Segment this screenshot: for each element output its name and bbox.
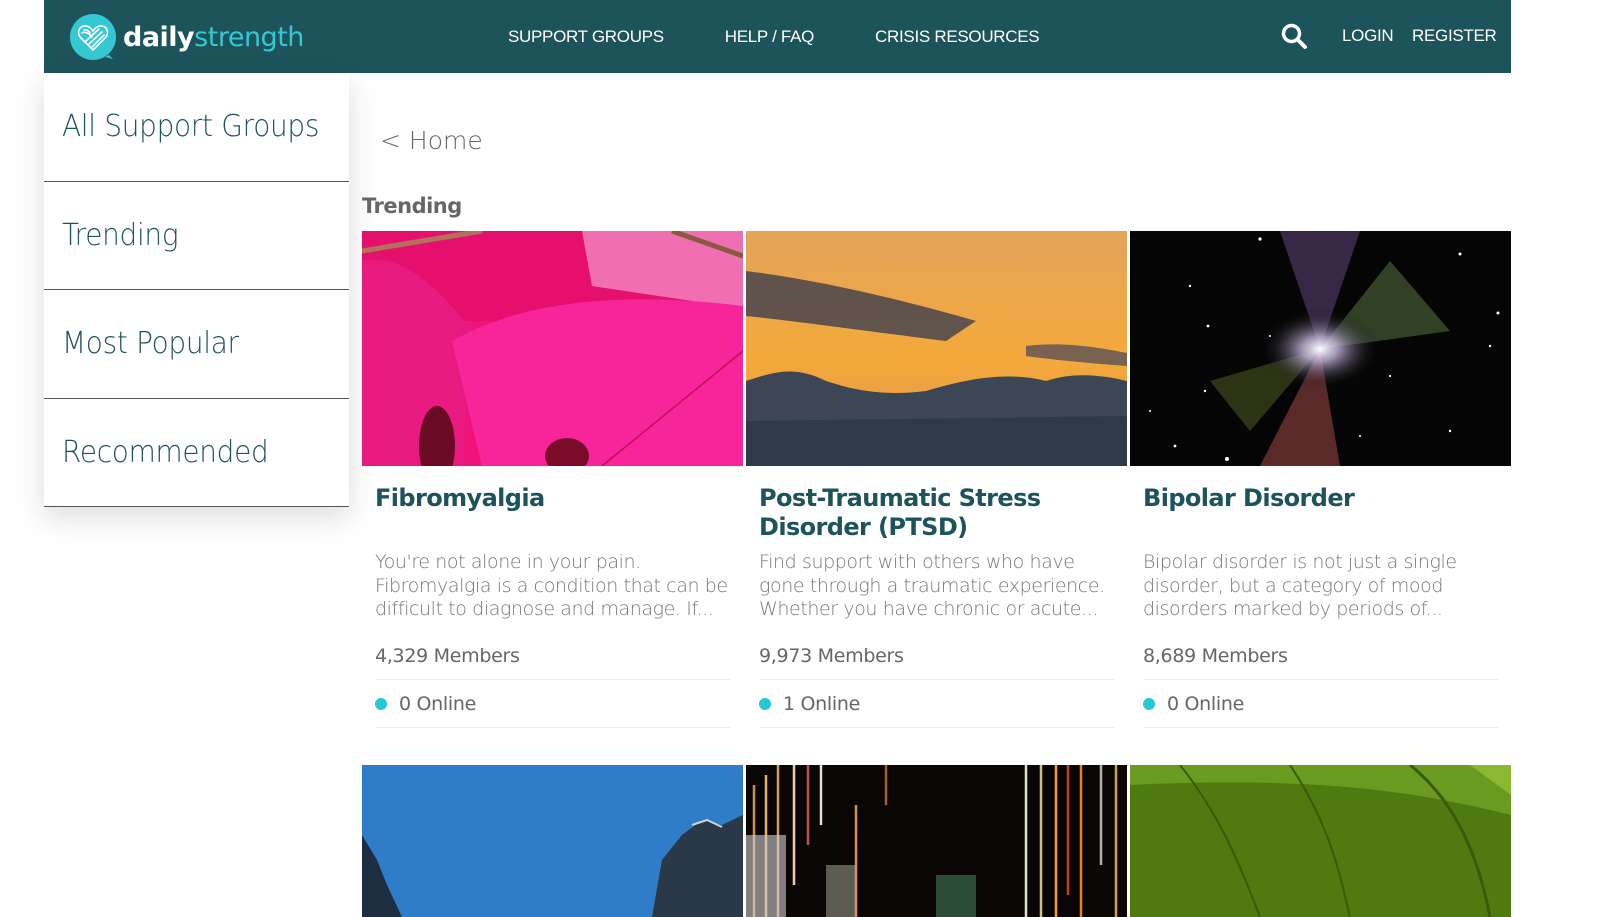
sidebar-menu: All Support Groups Trending Most Popular… (44, 73, 349, 507)
group-online-count: 0 Online (1167, 692, 1245, 715)
group-online-status: 0 Online (375, 680, 730, 728)
group-card: Fibromyalgia You're not alone in your pa… (362, 231, 743, 728)
group-description: You're not alone in your pain. Fibromyal… (375, 551, 728, 620)
nav-crisis-resources[interactable]: CRISIS RESOURCES (875, 27, 1040, 47)
heart-fingerprint-icon (70, 14, 116, 60)
online-dot-icon (759, 697, 771, 710)
logo-text: dailystrength (123, 22, 304, 53)
group-title-link[interactable]: Bipolar Disorder (1143, 484, 1498, 549)
site-header: dailystrength SUPPORT GROUPS HELP / FAQ … (44, 0, 1511, 73)
group-title-link[interactable]: Fibromyalgia (375, 484, 730, 549)
main-nav: SUPPORT GROUPS HELP / FAQ CRISIS RESOURC… (508, 0, 1100, 73)
group-member-count: 9,973 Members (759, 645, 1114, 680)
sidebar-item-label: Most Popular (62, 326, 239, 362)
group-image-green-leaf[interactable] (1130, 765, 1511, 917)
group-online-status: 0 Online (1143, 680, 1498, 728)
group-card: Bipolar Disorder Bipolar disorder is not… (1130, 231, 1511, 728)
sunset-clouds-image (746, 231, 1127, 466)
group-online-status: 1 Online (759, 680, 1114, 728)
group-image-nebula[interactable] (1130, 231, 1511, 466)
group-image-sunset[interactable] (746, 231, 1127, 466)
group-card: Post-Traumatic Stress Disorder (PTSD) Fi… (746, 231, 1127, 728)
sidebar-item-label: Trending (62, 217, 179, 253)
nav-help-faq[interactable]: HELP / FAQ (725, 27, 815, 47)
logo-text-strength: strength (194, 21, 304, 53)
sidebar-item-label: Recommended (62, 434, 269, 470)
sidebar-item-all-support-groups[interactable]: All Support Groups (44, 73, 349, 182)
city-light-streaks-image (746, 765, 1127, 917)
group-online-count: 0 Online (399, 692, 477, 715)
pink-flower-image (362, 231, 743, 466)
group-online-count: 1 Online (783, 692, 861, 715)
breadcrumb-home-link[interactable]: < Home (380, 126, 483, 155)
group-member-count: 8,689 Members (1143, 645, 1498, 680)
nebula-space-image (1130, 231, 1511, 466)
online-dot-icon (1143, 697, 1155, 710)
register-link[interactable]: REGISTER (1412, 26, 1497, 46)
group-image-city-lights[interactable] (746, 765, 1127, 917)
sidebar-item-trending[interactable]: Trending (44, 182, 349, 290)
sidebar-item-label: All Support Groups (62, 109, 320, 145)
nav-support-groups[interactable]: SUPPORT GROUPS (508, 27, 664, 47)
online-dot-icon (375, 697, 387, 710)
group-image-pink-flower[interactable] (362, 231, 743, 466)
sidebar-item-recommended[interactable]: Recommended (44, 399, 349, 507)
login-link[interactable]: LOGIN (1342, 26, 1394, 46)
group-title-link[interactable]: Post-Traumatic Stress Disorder (PTSD) (759, 484, 1114, 549)
green-leaf-image (1130, 765, 1511, 917)
group-description: Find support with others who have gone t… (759, 551, 1105, 620)
group-member-count: 4,329 Members (375, 645, 730, 680)
sidebar-item-most-popular[interactable]: Most Popular (44, 290, 349, 399)
group-description: Bipolar disorder is not just a single di… (1143, 551, 1457, 620)
search-icon[interactable] (1280, 22, 1308, 50)
blue-sky-mountains-image (362, 765, 743, 917)
logo-text-daily: daily (123, 21, 195, 53)
section-title: Trending (362, 194, 462, 218)
logo-link[interactable]: dailystrength (69, 13, 304, 61)
group-image-mountains[interactable] (362, 765, 743, 917)
